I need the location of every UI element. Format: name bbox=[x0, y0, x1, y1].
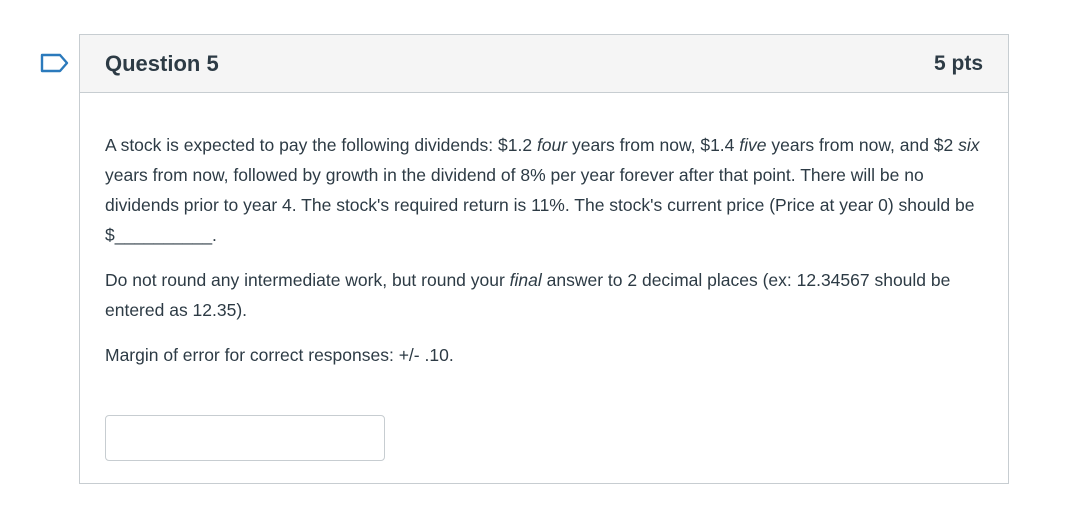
flag-question-icon[interactable] bbox=[40, 53, 70, 73]
text-segment: Do not round any intermediate work, but … bbox=[105, 270, 510, 290]
text-segment: A stock is expected to pay the following… bbox=[105, 135, 537, 155]
text-segment: years from now, $1.4 bbox=[567, 135, 740, 155]
text-segment: years from now, followed by growth in th… bbox=[105, 165, 975, 245]
italic-segment: four bbox=[536, 135, 568, 155]
question-header: Question 5 5 pts bbox=[80, 35, 1008, 93]
italic-segment: final bbox=[509, 270, 542, 290]
text-segment: years from now, and $2 bbox=[766, 135, 959, 155]
question-card: Question 5 5 pts A stock is expected to … bbox=[79, 34, 1009, 484]
question-paragraph-3: Margin of error for correct responses: +… bbox=[105, 345, 454, 365]
question-text: A stock is expected to pay the following… bbox=[80, 93, 1008, 461]
italic-segment: five bbox=[739, 135, 767, 155]
question-paragraph-2: Do not round any intermediate work, but … bbox=[105, 265, 983, 325]
question-paragraph-1: A stock is expected to pay the following… bbox=[105, 130, 983, 250]
italic-segment: six bbox=[958, 135, 980, 155]
answer-input[interactable] bbox=[105, 415, 385, 461]
question-title: Question 5 bbox=[105, 50, 219, 76]
question-points: 5 pts bbox=[933, 51, 983, 75]
